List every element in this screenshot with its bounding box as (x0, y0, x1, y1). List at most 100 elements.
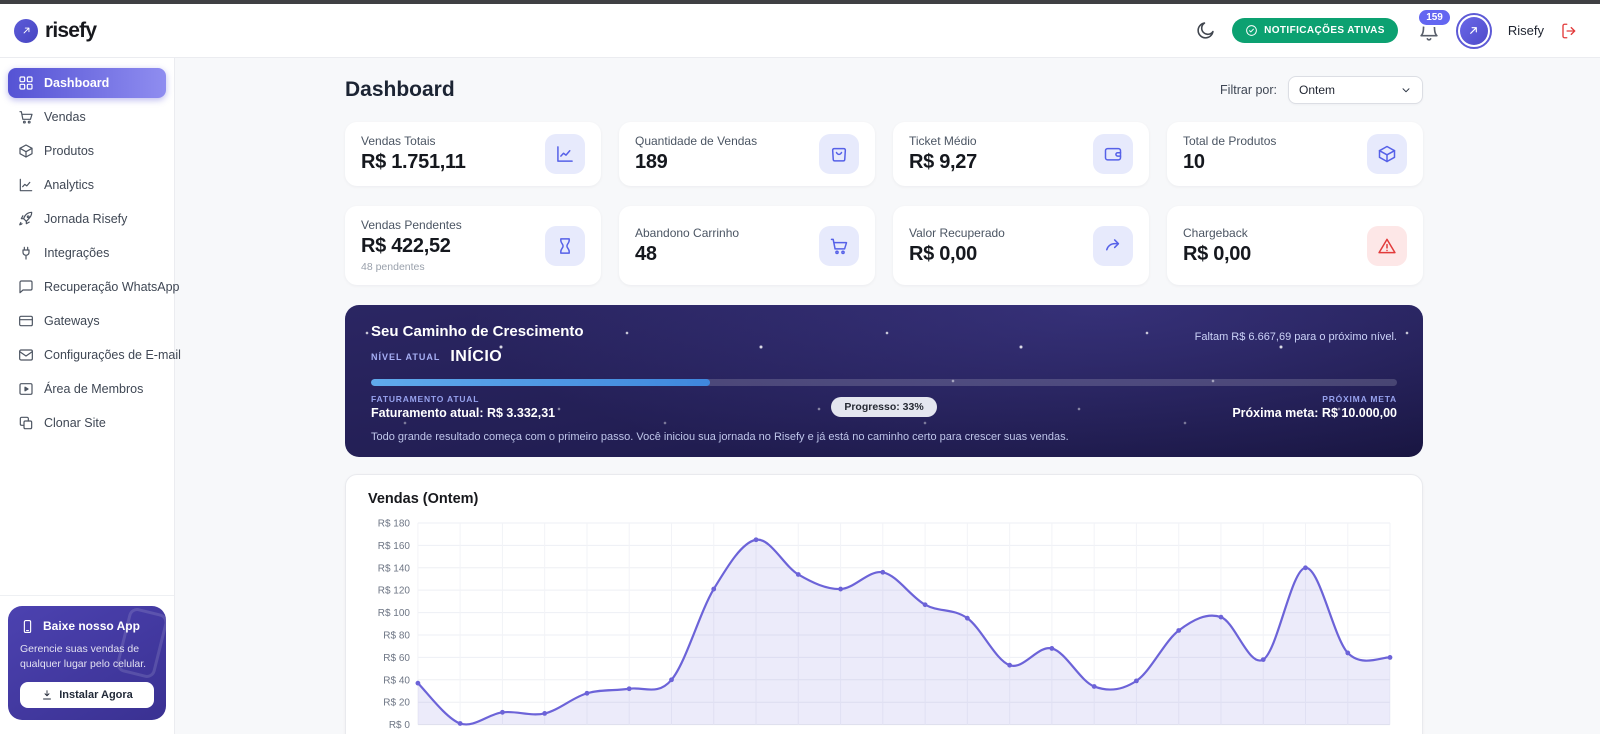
stat-card-value: R$ 9,27 (909, 151, 977, 173)
notifications-active-label: NOTIFICAÇÕES ATIVAS (1264, 25, 1385, 36)
stat-card-value: R$ 0,00 (909, 242, 977, 265)
bag-icon (819, 134, 859, 174)
user-name: Risefy (1507, 23, 1544, 38)
svg-text:R$ 80: R$ 80 (383, 630, 410, 641)
risefy-logo-text: risefy (45, 18, 97, 42)
mail-icon (18, 347, 34, 363)
sidebar-item-label: Vendas (44, 110, 86, 124)
sidebar-item-label: Analytics (44, 178, 95, 192)
stat-card-label: Vendas Totais (361, 134, 436, 148)
notifications-active-badge[interactable]: NOTIFICAÇÕES ATIVAS (1232, 18, 1398, 43)
growth-footer-text: Todo grande resultado começa com o prime… (371, 431, 1069, 443)
sidebar-item-produtos[interactable]: Produtos (8, 136, 166, 166)
sidebar: Dashboard Vendas Produtos Analytics Jornada … (0, 58, 181, 734)
stat-card-label: Abandono Carrinho (635, 225, 740, 240)
stat-card-valor-recuperado: Valor Recuperado R$ 0,00 (893, 206, 1149, 285)
sidebar-item-recuperacao-whatsapp[interactable]: Recuperação WhatsApp (8, 272, 180, 302)
hourglass-icon (545, 225, 585, 266)
stat-card-label: Quantidade de Vendas (635, 134, 758, 148)
sidebar-item-gateways[interactable]: Gateways (8, 306, 166, 336)
growth-banner: Seu Caminho de Crescimento NÍVEL ATUAL I… (345, 305, 1423, 457)
download-icon (41, 689, 53, 701)
logout-icon (1560, 22, 1578, 40)
sidebar-item-jornada-risefy[interactable]: Jornada Risefy (8, 204, 166, 234)
sidebar-item-analytics[interactable]: Analytics (8, 170, 166, 200)
filter-label: Filtrar por: (1220, 83, 1277, 97)
avatar[interactable] (1455, 12, 1492, 49)
check-circle-icon (1245, 24, 1258, 37)
sidebar-item-label: Recuperação WhatsApp (44, 280, 180, 294)
wallet-icon (1093, 134, 1133, 174)
stat-card-abandono-carrinho: Abandono Carrinho 48 (619, 206, 875, 285)
video-icon (18, 381, 34, 397)
stat-card-label: Valor Recuperado (909, 225, 1005, 240)
moon-icon (1195, 20, 1216, 41)
svg-text:R$ 100: R$ 100 (378, 608, 411, 619)
stat-cards-grid: Vendas Totais R$ 1.751,11 Quantidade de Ve… (345, 122, 1423, 285)
sidebar-item-label: Gateways (44, 314, 100, 328)
rocket-icon (18, 211, 34, 227)
sidebar-item-label: Dashboard (44, 76, 110, 90)
dark-mode-toggle[interactable] (1195, 20, 1216, 41)
notifications-bell[interactable]: 159 (1417, 7, 1452, 42)
next-goal-value: Próxima meta: R$ 10.000,00 (1232, 406, 1397, 420)
stat-card-value: R$ 422,52 (361, 235, 451, 257)
svg-text:R$ 60: R$ 60 (383, 653, 410, 664)
sidebar-item-label: Jornada Risefy (44, 212, 128, 226)
progress-bar-fill (371, 379, 710, 386)
level-value: INÍCIO (450, 348, 503, 365)
sidebar-item-label: Integrações (44, 246, 110, 260)
sidebar-item-integracoes[interactable]: Integrações (8, 238, 166, 268)
chart-icon (18, 177, 34, 193)
warning-icon (1367, 225, 1407, 266)
remaining-text: Faltam R$ 6.667,69 para o próximo nível. (1194, 331, 1397, 343)
level-label: NÍVEL ATUAL (371, 352, 441, 362)
stat-card-quantidade-de-vendas: Quantidade de Vendas 189 (619, 122, 875, 186)
chart-title: Vendas (Ontem) (368, 491, 479, 507)
chat-icon (18, 279, 34, 295)
sales-chart-card: Vendas (Ontem) R$ 0 R$ 20 R$ 40 R$ 60 R$ 80 R… (345, 474, 1423, 734)
stat-card-vendas-pendentes: Vendas Pendentes R$ 422,52 48 pendentes (345, 206, 601, 285)
redo-icon (1093, 225, 1133, 266)
stat-card-label: Total de Produtos (1183, 134, 1277, 148)
risefy-logo-icon (14, 18, 38, 43)
sidebar-item-area-de-membros[interactable]: Área de Membros (8, 374, 166, 404)
svg-text:R$ 160: R$ 160 (378, 541, 411, 552)
stat-card-subtitle: 48 pendentes (361, 261, 425, 273)
filter-selected-value: Ontem (1299, 83, 1336, 97)
plug-icon (18, 245, 34, 261)
phone-ghost-decoration (114, 605, 166, 680)
avatar-arrow-icon (1459, 16, 1488, 45)
sidebar-item-configuracoes-de-e-mail[interactable]: Configurações de E-mail (8, 340, 181, 370)
growth-title: Seu Caminho de Crescimento (371, 323, 584, 340)
stat-card-ticket-medio: Ticket Médio R$ 9,27 (893, 122, 1149, 186)
chart-icon (545, 134, 585, 174)
sidebar-item-clonar-site[interactable]: Clonar Site (8, 408, 166, 438)
stat-card-chargeback: Chargeback R$ 0,00 (1167, 206, 1423, 285)
package-icon (1367, 134, 1407, 174)
progress-pill: Progresso: 33% (831, 397, 937, 417)
filter-select[interactable]: Ontem (1288, 76, 1423, 104)
sidebar-item-label: Configurações de E-mail (44, 348, 181, 362)
phone-icon (20, 619, 35, 634)
app-header: risefy NOTIFICAÇÕES ATIVAS 159 Risefy (0, 4, 1600, 58)
main-content: Dashboard Filtrar por: Ontem Vendas Tota… (175, 58, 1600, 734)
sidebar-item-vendas[interactable]: Vendas (8, 102, 166, 132)
app-promo-card: Baixe nosso App Gerencie suas vendas de … (8, 605, 166, 720)
sidebar-item-dashboard[interactable]: Dashboard (8, 68, 166, 98)
stat-card-label: Vendas Pendentes (361, 218, 462, 232)
cart-icon (18, 109, 34, 125)
page-title: Dashboard (345, 78, 455, 101)
logout-button[interactable] (1560, 22, 1578, 40)
stat-card-label: Ticket Médio (909, 134, 977, 148)
svg-text:R$ 180: R$ 180 (378, 518, 411, 529)
sidebar-item-label: Clonar Site (44, 416, 106, 430)
stat-card-value: R$ 1.751,11 (361, 151, 466, 173)
install-app-button[interactable]: Instalar Agora (20, 682, 154, 708)
stat-card-vendas-totais: Vendas Totais R$ 1.751,11 (345, 122, 601, 186)
sales-area-chart: R$ 0 R$ 20 R$ 40 R$ 60 R$ 80 R$ 100 R$ 120 R$ 1… (368, 513, 1400, 734)
next-goal-label: PRÓXIMA META (1322, 394, 1397, 404)
card-icon (18, 313, 34, 329)
stat-card-label: Chargeback (1183, 225, 1248, 240)
cart-icon (819, 225, 859, 266)
